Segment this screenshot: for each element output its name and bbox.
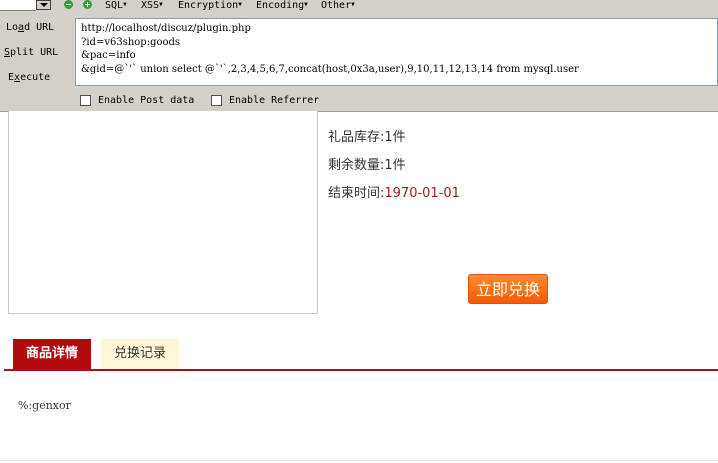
- decrease-icon[interactable]: [64, 0, 73, 9]
- enable-post-option[interactable]: Enable Post data: [80, 95, 194, 106]
- history-dropdown-button[interactable]: [36, 0, 51, 10]
- caret-down-icon: ▼: [159, 1, 163, 8]
- caret-down-icon: ▼: [123, 1, 127, 8]
- stock-value: 1件: [384, 130, 406, 145]
- hackbar-menubar: SQL▼ XSS▼ Encryption▼ Encoding▼ Other▼: [0, 0, 718, 12]
- history-select[interactable]: [0, 0, 36, 11]
- remaining-label: 剩余数量:: [328, 158, 385, 173]
- load-url-button[interactable]: Load URL: [6, 22, 54, 33]
- caret-down-icon: ▼: [351, 1, 355, 8]
- menu-encryption[interactable]: Encryption▼: [178, 0, 242, 11]
- increase-icon[interactable]: [83, 0, 92, 9]
- bottom-divider: [0, 460, 718, 461]
- url-input[interactable]: http://localhost/discuz/plugin.php ?id=v…: [75, 18, 718, 86]
- stock-label: 礼品库存:: [328, 130, 385, 145]
- hackbar-panel: Load URL Split URL Execute http://localh…: [0, 12, 718, 112]
- menu-xss[interactable]: XSS▼: [141, 0, 163, 11]
- menu-sql[interactable]: SQL▼: [105, 0, 127, 11]
- post-data-label: Enable Post data: [98, 95, 195, 106]
- exchange-now-button[interactable]: 立即兑换: [468, 274, 548, 304]
- end-time-line: 结束时间:1970-01-01: [328, 182, 460, 201]
- tab-exchange-records[interactable]: 兑换记录: [101, 339, 179, 369]
- menu-encoding[interactable]: Encoding▼: [256, 0, 308, 11]
- split-url-button[interactable]: Split URL: [4, 47, 58, 58]
- caret-down-icon: ▼: [304, 1, 308, 8]
- remaining-line: 剩余数量:1件: [328, 154, 406, 173]
- execute-button[interactable]: Execute: [8, 72, 50, 83]
- stock-line: 礼品库存:1件: [328, 126, 406, 145]
- post-data-checkbox[interactable]: [80, 95, 91, 106]
- menu-other[interactable]: Other▼: [321, 0, 355, 11]
- enable-referrer-option[interactable]: Enable Referrer: [211, 95, 319, 106]
- end-time-label: 结束时间:: [328, 186, 385, 201]
- referrer-checkbox[interactable]: [211, 95, 222, 106]
- remaining-value: 1件: [384, 158, 406, 173]
- product-description: %:genxor: [18, 399, 71, 412]
- referrer-label: Enable Referrer: [229, 95, 320, 106]
- tab-product-details[interactable]: 商品详情: [13, 339, 91, 369]
- end-time-value: 1970-01-01: [384, 186, 460, 201]
- caret-down-icon: ▼: [238, 1, 242, 8]
- product-image: [8, 111, 318, 314]
- tab-divider: [4, 369, 718, 371]
